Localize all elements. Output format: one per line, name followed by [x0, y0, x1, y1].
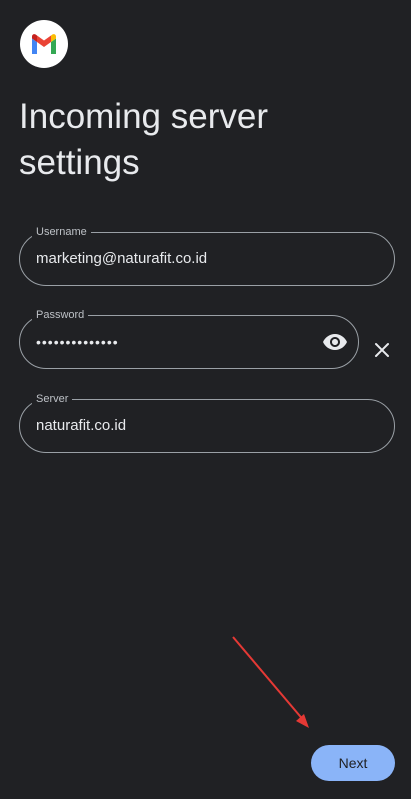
next-button[interactable]: Next — [311, 745, 395, 781]
server-field[interactable]: Server naturafit.co.id — [19, 392, 395, 453]
gmail-logo-icon — [20, 20, 68, 68]
password-field[interactable]: Password •••••••••••••• — [19, 308, 359, 369]
username-value: marketing@naturafit.co.id — [36, 250, 208, 267]
close-icon[interactable] — [370, 338, 394, 362]
username-field[interactable]: Username marketing@naturafit.co.id — [19, 225, 395, 286]
eye-icon[interactable] — [322, 329, 348, 355]
incoming-server-settings-screen: Incoming server settings Username market… — [0, 0, 411, 799]
password-value: •••••••••••••• — [36, 334, 119, 350]
page-title: Incoming server settings — [19, 97, 268, 182]
server-value: naturafit.co.id — [36, 417, 127, 434]
